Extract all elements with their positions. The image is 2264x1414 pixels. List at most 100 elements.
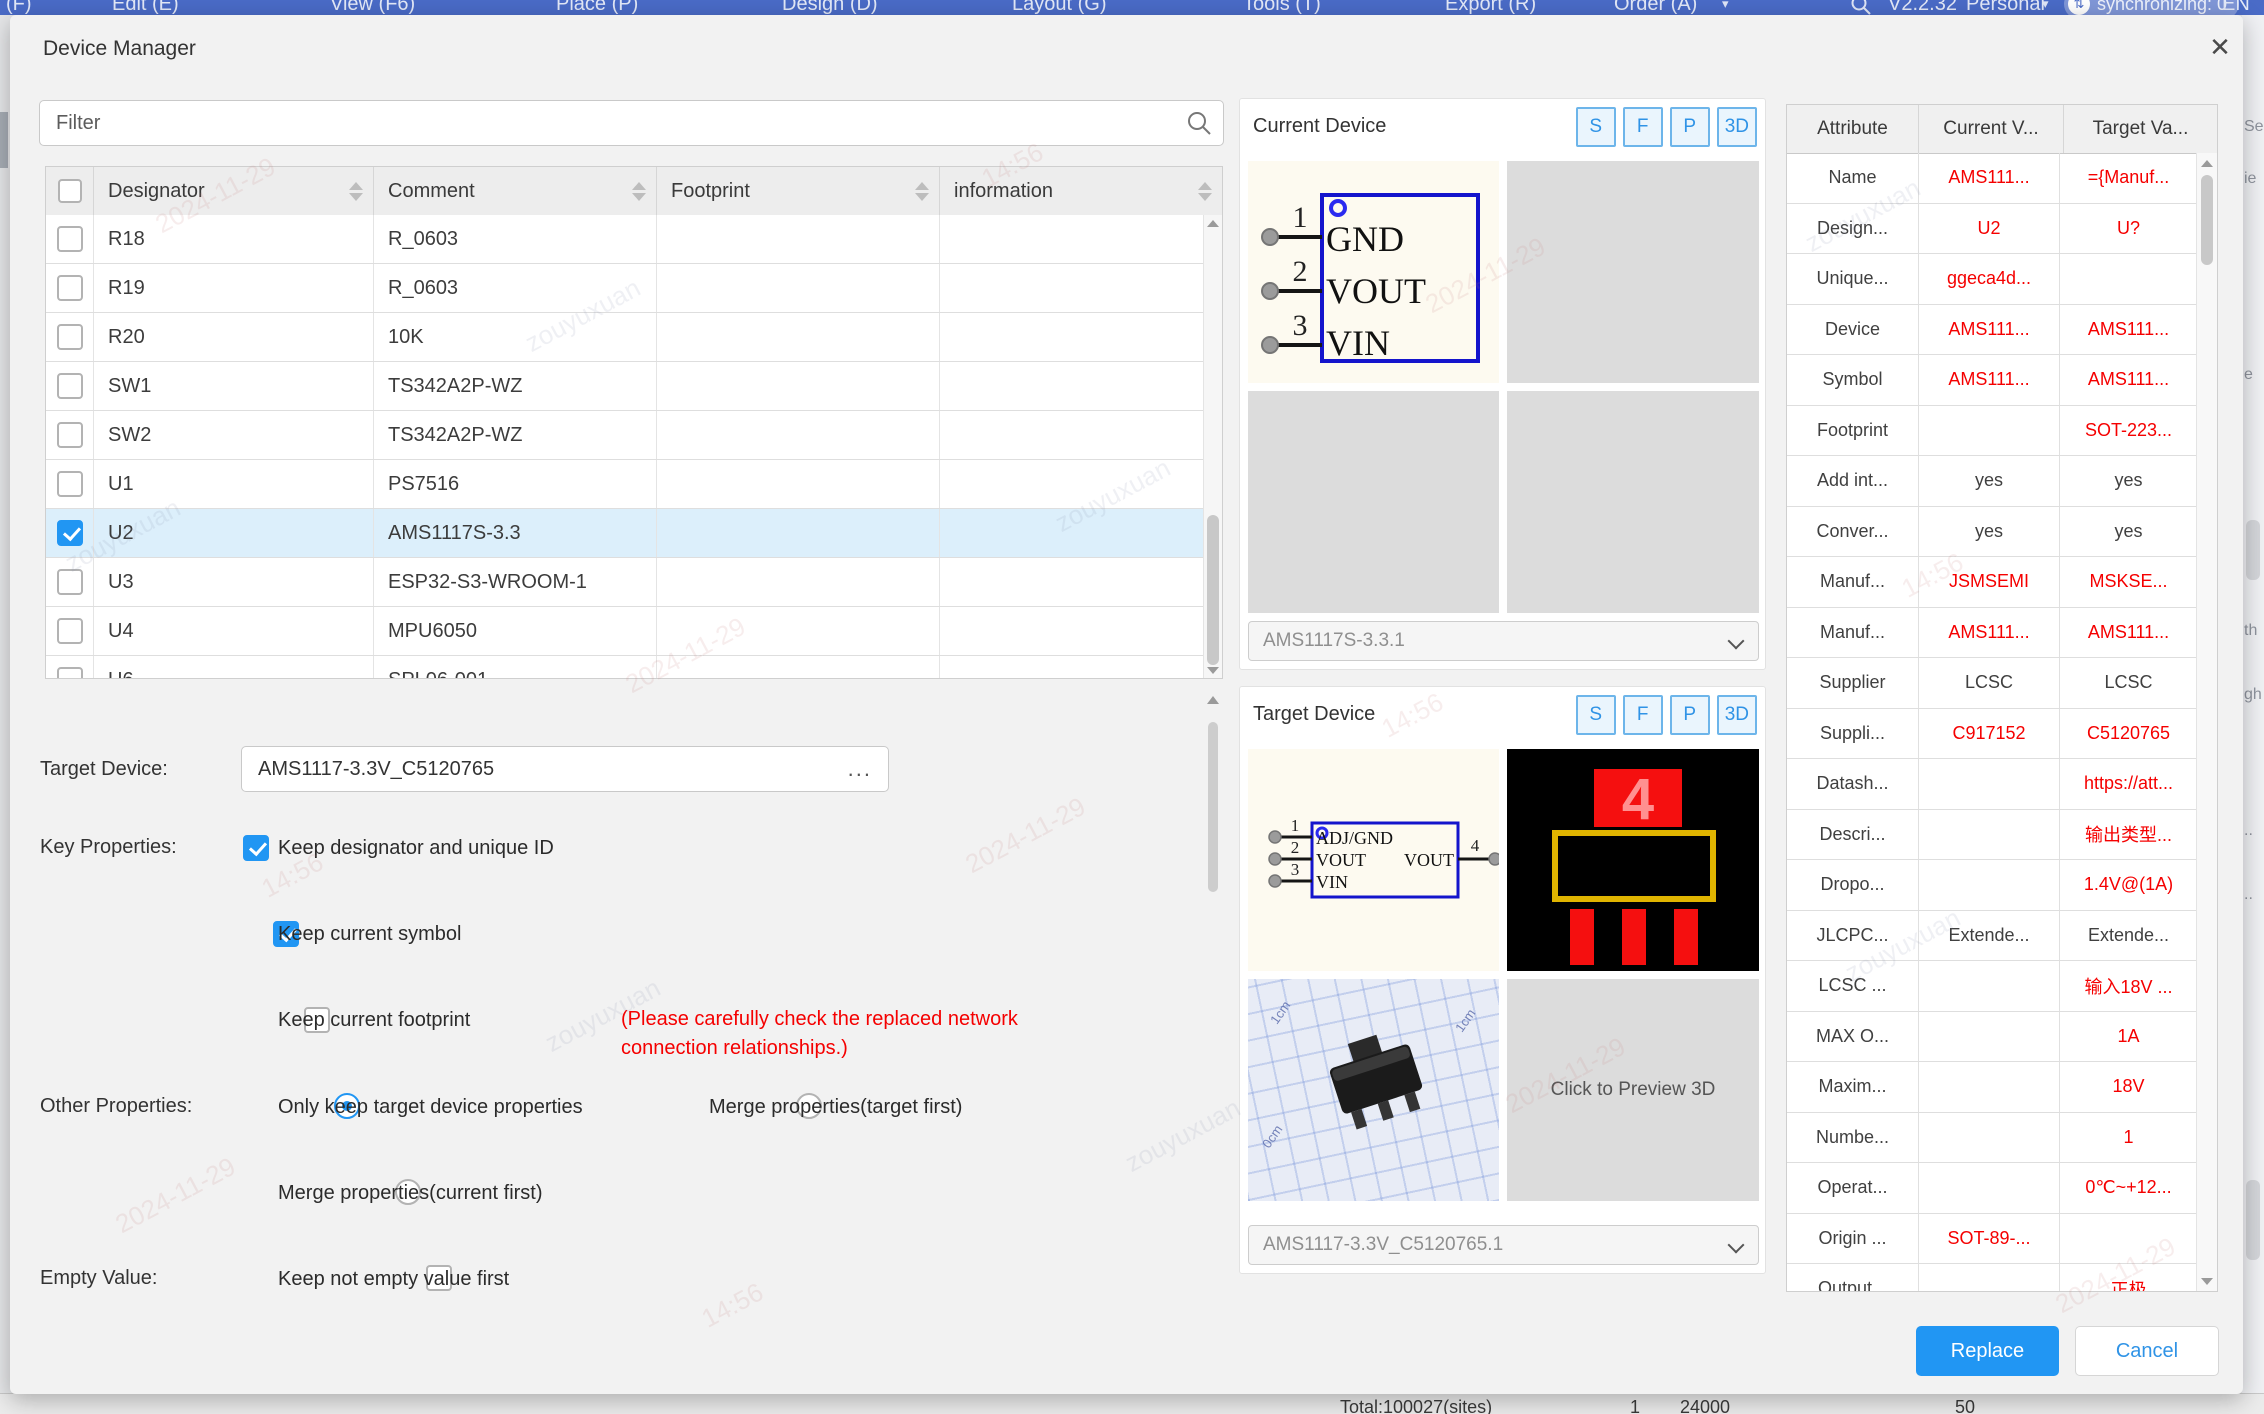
table-row[interactable]: R20 10K bbox=[46, 313, 1204, 362]
table-row[interactable]: U2 AMS1117S-3.3 bbox=[46, 509, 1204, 558]
menu-item-edit[interactable]: Edit (E) bbox=[112, 0, 179, 15]
target-photo-preview[interactable]: 1cm 0cm 1cm bbox=[1248, 979, 1499, 1201]
scrollbar-thumb[interactable] bbox=[2201, 175, 2213, 265]
attribute-row: Output... 正极 bbox=[1787, 1264, 2197, 1291]
current-symbol-preview[interactable]: 1 2 3 GND VOUT VIN bbox=[1248, 161, 1499, 383]
target-footprint-preview[interactable]: 4 bbox=[1507, 749, 1759, 971]
sort-icon[interactable] bbox=[349, 181, 363, 201]
merge-current-first-label: Merge properties(current first) bbox=[278, 1182, 543, 1204]
cell-target-value: C5120765 bbox=[2086, 722, 2171, 743]
cancel-button[interactable]: Cancel bbox=[2075, 1326, 2219, 1376]
device-table-header: Designator Comment Footprint information bbox=[46, 167, 1222, 216]
chevron-down-icon[interactable]: ▾ bbox=[2042, 0, 2049, 15]
table-row[interactable]: R19 R_0603 bbox=[46, 264, 1204, 313]
menu-item-file-partial[interactable]: (F) bbox=[6, 0, 32, 15]
footprint-drawing: 4 bbox=[1507, 749, 1759, 971]
header-footprint[interactable]: Footprint bbox=[657, 167, 940, 215]
scrollbar-thumb[interactable] bbox=[1207, 515, 1219, 665]
menu-item-place[interactable]: Place (P) bbox=[556, 0, 638, 15]
language-toggle[interactable]: EN bbox=[2222, 0, 2250, 15]
table-row[interactable]: U3 ESP32-S3-WROOM-1 bbox=[46, 558, 1204, 607]
click-to-preview-3d[interactable]: Click to Preview 3D bbox=[1507, 979, 1759, 1201]
menu-item-layout[interactable]: Layout (G) bbox=[1012, 0, 1106, 15]
cell-designator: U4 bbox=[94, 607, 374, 655]
target-variant-dropdown[interactable]: AMS1117-3.3V_C5120765.1 bbox=[1248, 1225, 1759, 1265]
account-menu[interactable]: Personal bbox=[1966, 0, 2045, 15]
row-checkbox[interactable] bbox=[56, 226, 83, 252]
background-scrollbar bbox=[2246, 1180, 2260, 1260]
scroll-up-icon[interactable] bbox=[1204, 215, 1222, 231]
table-row[interactable]: U1 PS7516 bbox=[46, 460, 1204, 509]
row-checkbox[interactable] bbox=[56, 275, 83, 301]
table-row[interactable]: U6 SPL06-001 bbox=[46, 656, 1204, 678]
scroll-up-icon[interactable] bbox=[2197, 155, 2217, 171]
device-table-scrollbar[interactable] bbox=[1203, 215, 1222, 678]
close-icon[interactable]: ✕ bbox=[2202, 29, 2238, 65]
svg-text:3: 3 bbox=[1291, 860, 1300, 879]
schematic-symbol: 1 2 3 4 ADJ/GND VOUT VIN VOUT bbox=[1268, 816, 1499, 899]
target-symbol-preview[interactable]: 1 2 3 4 ADJ/GND VOUT VIN VOUT bbox=[1248, 749, 1499, 971]
header-comment[interactable]: Comment bbox=[374, 167, 657, 215]
photo-view-button[interactable]: P bbox=[1669, 107, 1710, 147]
device-table-body: R18 R_0603 R19 R_0603 R20 10K SW1 TS342A… bbox=[46, 215, 1204, 678]
more-icon[interactable]: ... bbox=[848, 758, 872, 780]
footprint-view-button[interactable]: F bbox=[1622, 107, 1663, 147]
attribute-row: Conver... yes yes bbox=[1787, 506, 2197, 557]
menu-item-order[interactable]: Order (A) bbox=[1614, 0, 1697, 15]
row-checkbox[interactable] bbox=[56, 618, 83, 644]
photo-view-button[interactable]: P bbox=[1669, 695, 1710, 735]
search-icon[interactable] bbox=[1850, 0, 1872, 15]
replace-button[interactable]: Replace bbox=[1916, 1326, 2059, 1376]
schematic-view-button[interactable]: S bbox=[1575, 107, 1616, 147]
menu-item-design[interactable]: Design (D) bbox=[782, 0, 878, 15]
footprint-view-button[interactable]: F bbox=[1622, 695, 1663, 735]
svg-text:2: 2 bbox=[1291, 838, 1300, 857]
header-label: Designator bbox=[108, 179, 205, 202]
form-scrollbar[interactable] bbox=[1206, 696, 1220, 1306]
row-checkbox[interactable] bbox=[56, 569, 83, 595]
table-row[interactable]: SW2 TS342A2P-WZ bbox=[46, 411, 1204, 460]
threed-view-button[interactable]: 3D bbox=[1716, 695, 1757, 735]
menu-item-export[interactable]: Export (R) bbox=[1445, 0, 1536, 15]
select-all-checkbox[interactable] bbox=[57, 179, 82, 203]
menu-item-tools[interactable]: Tools (T) bbox=[1243, 0, 1321, 15]
schematic-view-button[interactable]: S bbox=[1575, 695, 1616, 735]
scroll-down-icon[interactable] bbox=[2197, 1273, 2217, 1289]
threed-view-button[interactable]: 3D bbox=[1716, 107, 1757, 147]
cell-attribute: MAX O... bbox=[1787, 1011, 1919, 1061]
table-row[interactable]: U4 MPU6050 bbox=[46, 607, 1204, 656]
current-photo-placeholder[interactable] bbox=[1248, 391, 1499, 613]
attribute-table-scrollbar[interactable] bbox=[2196, 153, 2217, 1291]
cell-attribute: Manuf... bbox=[1787, 607, 1919, 657]
cell-information bbox=[940, 558, 1204, 606]
target-variant-value: AMS1117-3.3V_C5120765.1 bbox=[1263, 1234, 1504, 1255]
sort-icon[interactable] bbox=[1198, 181, 1212, 201]
row-checkbox[interactable] bbox=[56, 520, 83, 546]
target-device-field[interactable]: AMS1117-3.3V_C5120765 ... bbox=[241, 746, 889, 792]
chevron-down-icon[interactable]: ▾ bbox=[1722, 0, 1729, 15]
menu-item-view[interactable]: View (F6) bbox=[330, 0, 415, 15]
scroll-up-icon[interactable] bbox=[1207, 696, 1219, 704]
header-designator[interactable]: Designator bbox=[94, 167, 374, 215]
sort-icon[interactable] bbox=[915, 181, 929, 201]
row-checkbox[interactable] bbox=[56, 667, 83, 678]
sort-icon[interactable] bbox=[632, 181, 646, 201]
header-information[interactable]: information bbox=[940, 167, 1222, 215]
attribute-table-body: Name AMS111... ={Manuf... Design... U2 U… bbox=[1787, 153, 2197, 1291]
row-checkbox[interactable] bbox=[56, 422, 83, 448]
scroll-down-icon[interactable] bbox=[1204, 662, 1222, 678]
current-3d-placeholder[interactable] bbox=[1507, 391, 1759, 613]
row-checkbox[interactable] bbox=[56, 373, 83, 399]
table-row[interactable]: SW1 TS342A2P-WZ bbox=[46, 362, 1204, 411]
row-checkbox[interactable] bbox=[56, 324, 83, 350]
filter-input[interactable] bbox=[39, 100, 1224, 146]
cell-attribute: LCSC ... bbox=[1787, 961, 1919, 1011]
preview-3d-label: Click to Preview 3D bbox=[1550, 1079, 1716, 1100]
current-variant-dropdown[interactable]: AMS1117S-3.3.1 bbox=[1248, 621, 1759, 661]
scrollbar-thumb[interactable] bbox=[1208, 722, 1218, 892]
warning-line-1: (Please carefully check the replaced net… bbox=[621, 1008, 1018, 1030]
keep-designator-checkbox[interactable] bbox=[243, 835, 269, 861]
current-footprint-placeholder[interactable] bbox=[1507, 161, 1759, 383]
table-row[interactable]: R18 R_0603 bbox=[46, 215, 1204, 264]
row-checkbox[interactable] bbox=[56, 471, 83, 497]
